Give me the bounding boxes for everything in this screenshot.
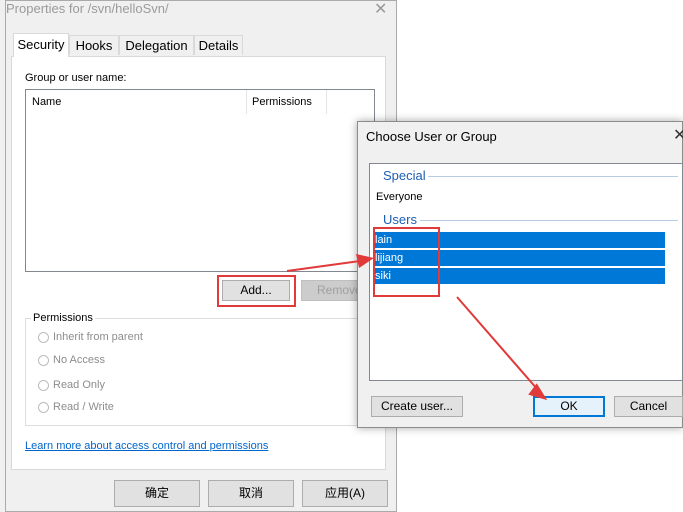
tab-security[interactable]: Security (13, 33, 69, 57)
arrow-to-users (286, 254, 374, 272)
arrow-to-ok (456, 296, 548, 401)
annotation-arrows (286, 254, 548, 401)
